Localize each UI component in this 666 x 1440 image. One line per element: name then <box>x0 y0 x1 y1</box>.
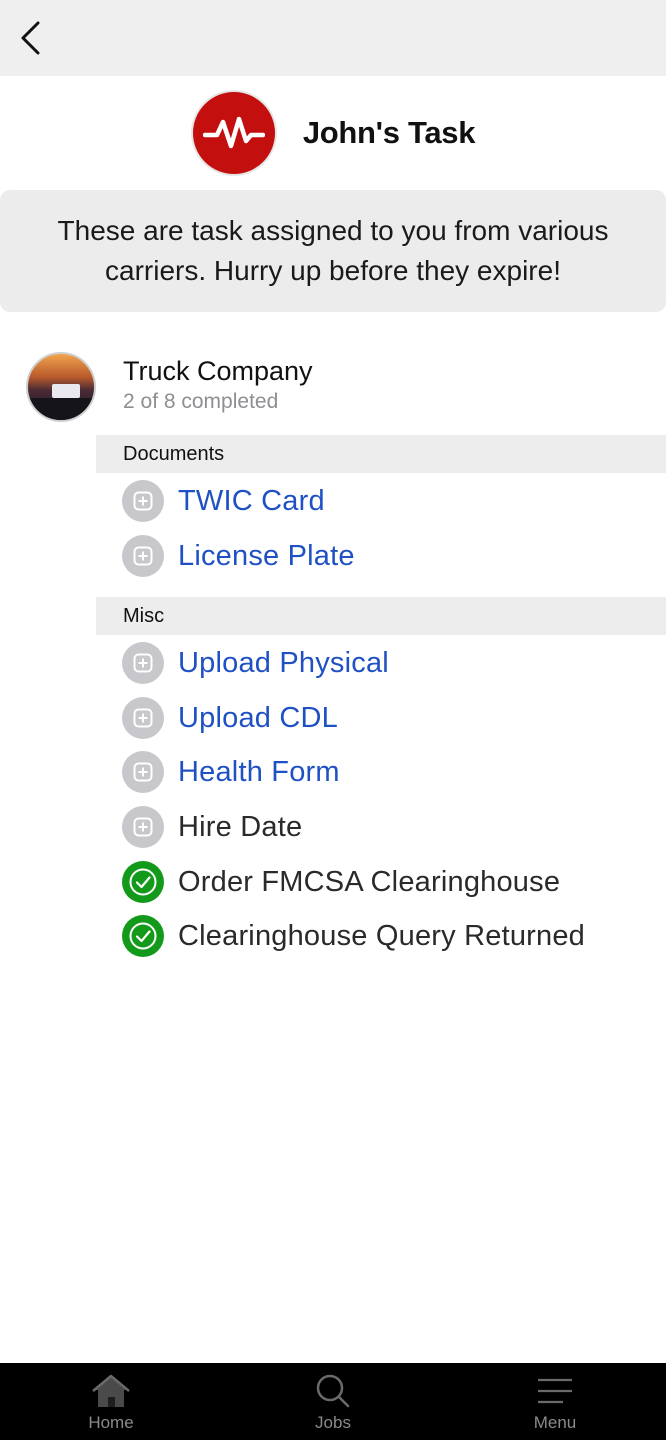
tab-home[interactable]: Home <box>0 1363 222 1440</box>
truck-icon <box>52 384 80 398</box>
back-button[interactable] <box>10 16 50 60</box>
company-card[interactable]: Truck Company 2 of 8 completed <box>26 352 646 422</box>
check-circle-icon <box>122 861 164 903</box>
task-label: TWIC Card <box>178 484 325 517</box>
app-logo <box>190 90 277 176</box>
add-icon <box>122 642 164 684</box>
top-nav-bar <box>0 0 666 76</box>
task-twic-card[interactable]: TWIC Card <box>122 479 666 523</box>
company-progress: 2 of 8 completed <box>123 390 279 413</box>
add-icon <box>122 535 164 577</box>
menu-icon <box>538 1378 572 1404</box>
section-header-misc: Misc <box>96 597 666 635</box>
task-clearinghouse-query-returned[interactable]: Clearinghouse Query Returned <box>122 914 666 958</box>
company-name: Truck Company <box>123 356 313 386</box>
tab-jobs-label: Jobs <box>315 1413 351 1432</box>
task-order-fmcsa-clearinghouse[interactable]: Order FMCSA Clearinghouse <box>122 860 666 904</box>
task-label: Upload CDL <box>178 701 338 734</box>
task-label: Health Form <box>178 755 340 788</box>
company-avatar <box>26 352 96 422</box>
app-screen: John's Task These are task assigned to y… <box>0 0 666 1440</box>
task-hire-date[interactable]: Hire Date <box>122 805 666 849</box>
task-upload-physical[interactable]: Upload Physical <box>122 641 666 685</box>
bottom-tab-bar: Home Jobs Menu <box>0 1363 666 1440</box>
task-upload-cdl[interactable]: Upload CDL <box>122 696 666 740</box>
info-banner: These are task assigned to you from vari… <box>0 190 666 312</box>
chevron-left-icon <box>21 21 40 55</box>
check-circle-icon <box>122 915 164 957</box>
task-label: Order FMCSA Clearinghouse <box>178 865 561 898</box>
task-label: Upload Physical <box>178 646 389 679</box>
search-icon <box>316 1374 350 1408</box>
avatar-road-shape <box>28 398 94 420</box>
tab-jobs[interactable]: Jobs <box>222 1363 444 1440</box>
page-title: John's Task <box>302 115 476 150</box>
task-license-plate[interactable]: License Plate <box>122 534 666 578</box>
page-header: John's Task <box>0 76 666 190</box>
tab-home-label: Home <box>88 1413 134 1432</box>
heartbeat-pulse-icon <box>202 116 265 149</box>
section-header-documents: Documents <box>96 435 666 473</box>
task-label: Hire Date <box>178 810 303 843</box>
add-icon <box>122 751 164 793</box>
add-icon <box>122 806 164 848</box>
add-icon <box>122 697 164 739</box>
tab-menu[interactable]: Menu <box>444 1363 666 1440</box>
add-icon <box>122 480 164 522</box>
task-health-form[interactable]: Health Form <box>122 750 666 794</box>
task-label: Clearinghouse Query Returned <box>178 919 585 952</box>
home-icon <box>92 1374 130 1407</box>
tab-menu-label: Menu <box>533 1413 577 1432</box>
task-label: License Plate <box>178 539 355 572</box>
